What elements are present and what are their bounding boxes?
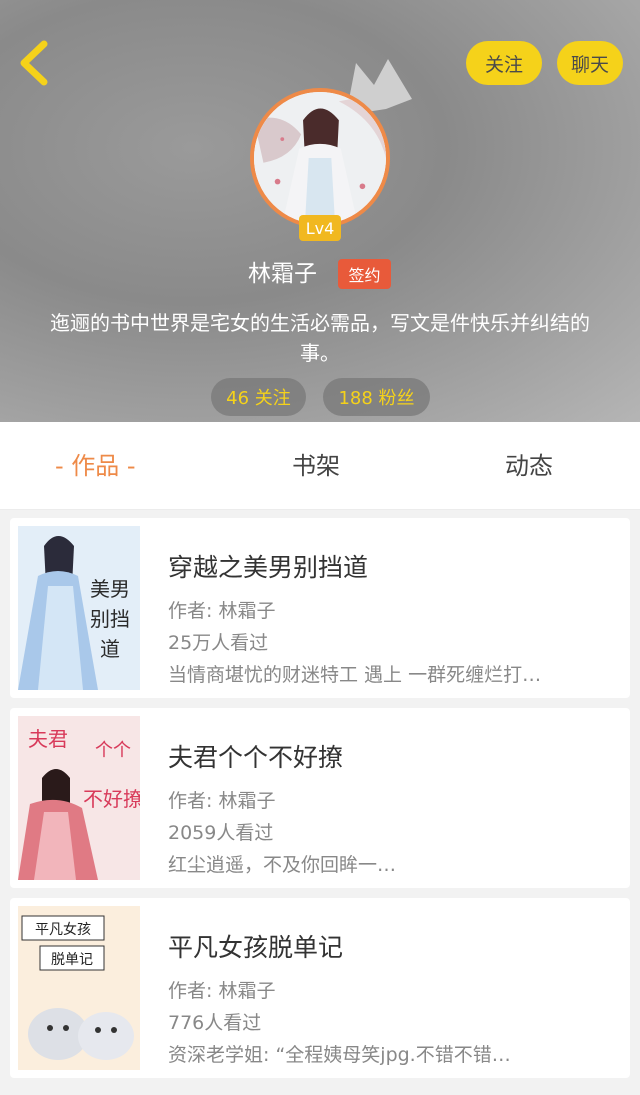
- back-arrow-icon[interactable]: [14, 38, 58, 88]
- chat-button[interactable]: 聊天: [557, 41, 623, 85]
- cover-text-1: 平凡女孩: [35, 921, 91, 938]
- author-bio: 迤逦的书中世界是宅女的生活必需品，写文是件快乐并纠结的事。: [50, 311, 590, 365]
- book-author: 作者: 林霜子: [168, 980, 276, 1002]
- level-badge: Lv4: [299, 215, 341, 241]
- book-views: 2059人看过: [168, 822, 274, 844]
- cover-text-3: 道: [100, 637, 120, 661]
- book-description: 红尘逍遥，不及你回眸一…: [168, 854, 397, 876]
- cover-text-2: 别挡: [90, 607, 130, 631]
- book-card[interactable]: 平凡女孩 脱单记 平凡女孩脱单记 作者: 林霜子 776人看过 资深老学姐: “…: [10, 898, 630, 1078]
- book-description: 资深老学姐: “全程姨母笑jpg.不错不错…: [168, 1044, 511, 1066]
- signed-badge: 签约: [338, 259, 391, 289]
- cover-text-2: 个个: [95, 740, 131, 761]
- book-cover: 美男 别挡 道: [18, 526, 140, 690]
- cover-text-3: 不好撩: [83, 787, 140, 811]
- tab-bar: - 作品 - 书架 动态: [0, 422, 640, 510]
- book-author: 作者: 林霜子: [168, 600, 276, 622]
- cover-text-2: 脱单记: [51, 952, 93, 968]
- avatar-image: [254, 92, 386, 224]
- book-title: 夫君个个不好撩: [168, 743, 344, 772]
- cover-text-1: 美男: [90, 577, 130, 601]
- tab-activity[interactable]: 动态: [505, 422, 553, 510]
- author-name: 林霜子: [248, 261, 317, 287]
- tab-works[interactable]: - 作品 -: [55, 422, 136, 510]
- book-card[interactable]: 夫君 个个 不好撩 夫君个个不好撩 作者: 林霜子 2059人看过 红尘逍遥，不…: [10, 708, 630, 888]
- fans-count[interactable]: 188 粉丝: [323, 378, 430, 416]
- book-cover: 夫君 个个 不好撩: [18, 716, 140, 880]
- book-views: 776人看过: [168, 1012, 262, 1034]
- follow-button[interactable]: 关注: [466, 41, 542, 85]
- book-title: 平凡女孩脱单记: [168, 933, 344, 962]
- works-list: 美男 别挡 道 穿越之美男别挡道 作者: 林霜子 25万人看过 当情商堪忧的财迷…: [0, 510, 640, 1095]
- book-author: 作者: 林霜子: [168, 790, 276, 812]
- book-cover: 平凡女孩 脱单记: [18, 906, 140, 1070]
- book-title: 穿越之美男别挡道: [168, 553, 369, 582]
- book-card[interactable]: 美男 别挡 道 穿越之美男别挡道 作者: 林霜子 25万人看过 当情商堪忧的财迷…: [10, 518, 630, 698]
- tab-bookshelf[interactable]: 书架: [292, 422, 340, 510]
- book-description: 当情商堪忧的财迷特工 遇上 一群死缠烂打…: [168, 664, 542, 686]
- following-count[interactable]: 46 关注: [211, 378, 306, 416]
- cover-text-1: 夫君: [28, 727, 68, 751]
- book-views: 25万人看过: [168, 632, 269, 654]
- avatar[interactable]: [250, 88, 390, 228]
- profile-header: 关注 聊天 Lv4 林霜子 签约 迤逦的书中世界是宅女的生活必需品，写文是件快乐…: [0, 0, 640, 422]
